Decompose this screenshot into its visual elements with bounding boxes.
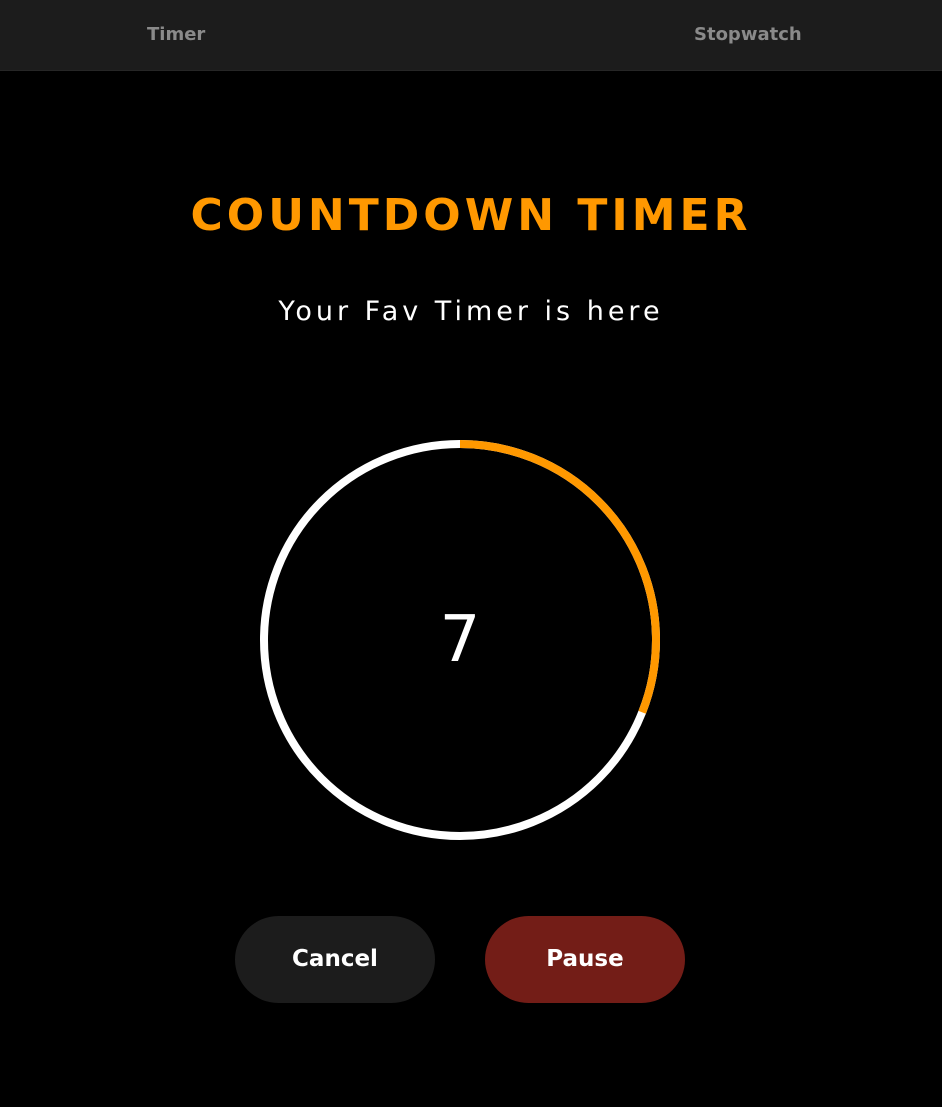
countdown-value: 7 — [439, 603, 481, 677]
countdown-app: Timer Stopwatch COUNTDOWN TIMER Your Fav… — [0, 0, 942, 1107]
page-subtitle: Your Fav Timer is here — [278, 296, 664, 327]
countdown-ring: 7 — [259, 439, 661, 841]
tab-timer[interactable]: Timer — [147, 0, 205, 70]
page-title: COUNTDOWN TIMER — [190, 190, 752, 241]
cancel-button[interactable]: Cancel — [235, 916, 435, 1003]
top-nav: Timer Stopwatch — [0, 0, 942, 71]
tab-stopwatch[interactable]: Stopwatch — [694, 0, 802, 70]
pause-button[interactable]: Pause — [485, 916, 685, 1003]
